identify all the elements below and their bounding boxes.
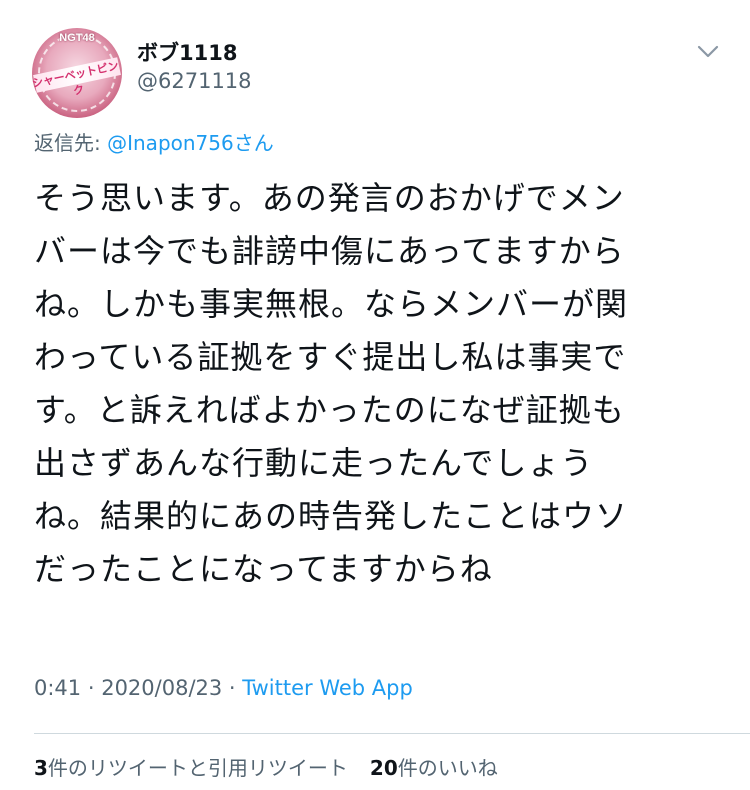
tweet-line: す。と訴えればよかったのになぜ証拠も	[34, 391, 625, 429]
tweet-source-link[interactable]: Twitter Web App	[242, 676, 413, 700]
avatar-badge: NGT48	[59, 32, 95, 44]
chevron-down-icon	[697, 45, 719, 58]
author-handle[interactable]: @6271118	[137, 69, 252, 93]
reply-suffix: さん	[233, 131, 274, 155]
tweet-line: だったことになってますからね	[34, 550, 493, 588]
retweets-label: 件のリツイートと引用リツイート	[47, 756, 348, 780]
tweet-text: そう思います。あの発言のおかげでメン バーは今でも誹謗中傷にあってますから ね。…	[34, 172, 724, 596]
meta-separator: ·	[81, 676, 102, 700]
avatar[interactable]: NGT48 シャーベットピンク	[32, 28, 122, 118]
retweets-count: 3	[34, 756, 48, 780]
more-options-button[interactable]	[694, 38, 722, 66]
tweet-date[interactable]: 2020/08/23	[101, 676, 222, 700]
tweet-meta: 0:41 · 2020/08/23 · Twitter Web App	[34, 676, 413, 700]
reply-to-line: 返信先: @Inapon756さん	[34, 127, 274, 156]
tweet-time[interactable]: 0:41	[34, 676, 81, 700]
tweet-line: ね。結果的にあの時告発したことはウソ	[34, 497, 629, 535]
tweet-line: 出さずあんな行動に走ったんでしょう	[34, 444, 594, 482]
meta-separator: ·	[222, 676, 243, 700]
tweet-line: わっている証拠をすぐ提出し私は事実で	[34, 338, 627, 376]
tweet-line: そう思います。あの発言のおかげでメン	[34, 179, 625, 217]
likes-stat[interactable]: 20件のいいね	[370, 756, 498, 780]
retweets-stat[interactable]: 3件のリツイートと引用リツイート	[34, 756, 348, 780]
reply-prefix: 返信先:	[34, 131, 108, 155]
tweet-line: バーは今でも誹謗中傷にあってますから	[34, 232, 625, 270]
author-display-name[interactable]: ボブ1118	[137, 37, 237, 67]
tweet-line: ね。しかも事実無根。ならメンバーが関	[34, 285, 629, 323]
likes-count: 20	[369, 756, 398, 780]
reply-target-link[interactable]: @Inapon756	[107, 131, 234, 155]
tweet-stats: 3件のリツイートと引用リツイート 20件のいいね	[34, 752, 498, 781]
likes-label: 件のいいね	[397, 756, 498, 780]
divider	[34, 733, 750, 734]
